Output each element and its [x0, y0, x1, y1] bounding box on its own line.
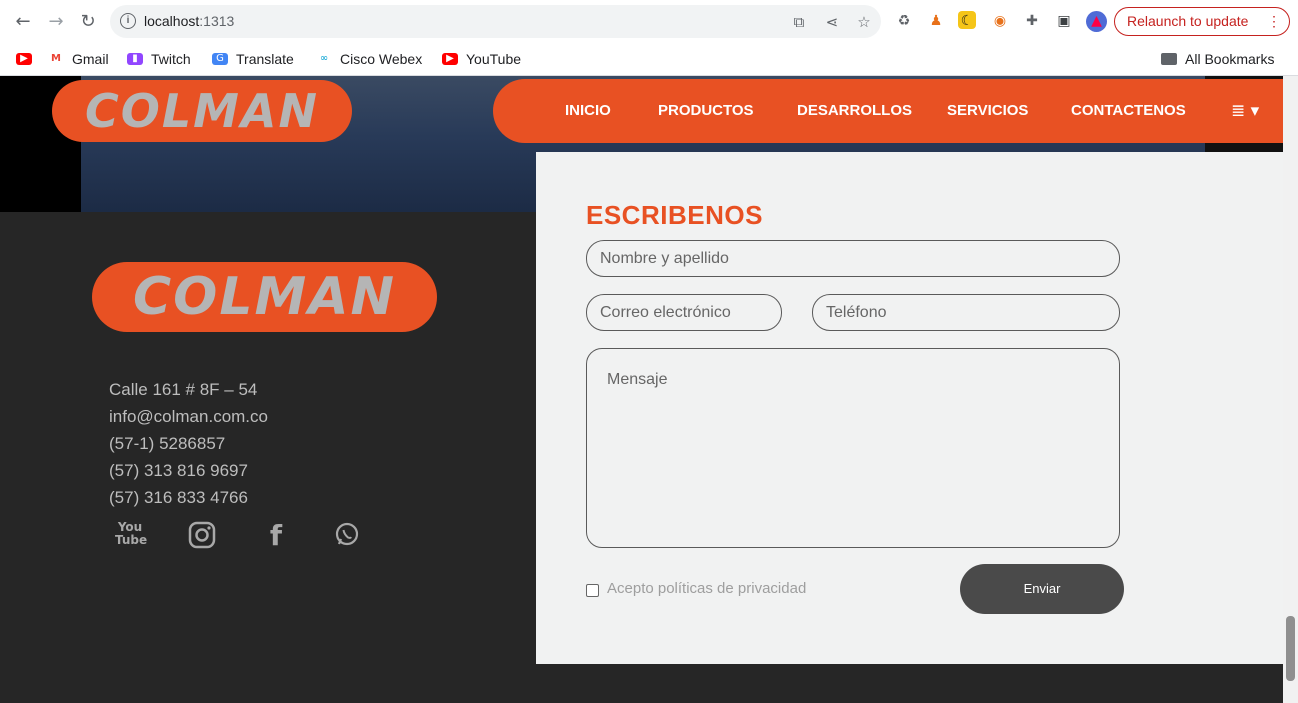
page-scrollbar[interactable]	[1283, 76, 1298, 703]
bookmarks-bar: ▶ M Gmail ▮ Twitch G Translate ∞ Cisco Webex…	[0, 43, 1298, 76]
whatsapp-icon[interactable]	[332, 521, 362, 551]
recycle-extension-icon[interactable]: ♻	[894, 11, 914, 31]
contact-form: ESCRIBENOS Nombre y apellido Correo elec…	[536, 152, 1283, 664]
orb-extension-icon[interactable]: ◉	[990, 11, 1010, 31]
bookmark-label: Translate	[236, 51, 294, 67]
phone-text: (57-1) 5286857	[109, 434, 226, 453]
facebook-icon[interactable]: f	[261, 521, 291, 551]
puzzle-extensions-icon[interactable]: ✚	[1022, 11, 1042, 31]
bookmark-label: Cisco Webex	[340, 51, 423, 67]
forward-icon[interactable]: →	[44, 10, 68, 34]
google-translate-icon: G	[212, 53, 228, 65]
youtube-icon: ▶	[442, 53, 458, 65]
email-input[interactable]: Correo electrónico	[586, 294, 782, 331]
web-page: COLMAN INICIO PRODUCTOS DESARROLLOS SERV…	[0, 76, 1298, 703]
bookmark-gmail[interactable]: M Gmail	[48, 49, 109, 69]
hamburger-menu-icon[interactable]: ≣ ▾	[1231, 79, 1259, 143]
all-bookmarks[interactable]: All Bookmarks	[1161, 49, 1274, 69]
logo-text: COLMAN	[132, 267, 396, 327]
bookmark-cisco-webex[interactable]: ∞ Cisco Webex	[316, 49, 422, 69]
twitch-icon: ▮	[127, 53, 143, 65]
contact-info: Calle 161 # 8F – 54 info@colman.com.co (…	[109, 376, 268, 511]
bookmark-twitch[interactable]: ▮ Twitch	[127, 49, 191, 69]
phone-text: (57) 316 833 4766	[109, 488, 248, 507]
phone-input[interactable]: Teléfono	[812, 294, 1120, 331]
nav-contactenos[interactable]: CONTACTENOS	[1071, 79, 1186, 143]
bookmark-star-icon[interactable]: ☆	[854, 12, 874, 32]
share-icon[interactable]: ⋖	[822, 12, 842, 32]
header-logo[interactable]: COLMAN	[52, 80, 352, 142]
reload-icon[interactable]: ↻	[76, 10, 100, 34]
scrollbar-thumb[interactable]	[1286, 616, 1295, 681]
relaunch-update-button[interactable]: Relaunch to update ⋮	[1114, 7, 1290, 36]
more-menu-icon[interactable]: ⋮	[1267, 8, 1281, 35]
form-title: ESCRIBENOS	[586, 200, 763, 230]
bookmark-translate[interactable]: G Translate	[212, 49, 294, 69]
translate-icon[interactable]: ⧉	[789, 12, 809, 32]
folder-icon	[1161, 53, 1177, 65]
bookmark-youtube-shortcut[interactable]: ▶	[16, 49, 40, 69]
message-placeholder: Mensaje	[607, 371, 668, 388]
phone-text: (57) 313 816 9697	[109, 461, 248, 480]
browser-toolbar: ← → ↻ i localhost:1313 ⧉ ⋖ ☆ ♻ ♟ ☾ ◉ ✚ ▣…	[0, 0, 1298, 43]
name-input[interactable]: Nombre y apellido	[586, 240, 1120, 277]
privacy-label[interactable]: Acepto políticas de privacidad	[607, 580, 806, 597]
message-textarea[interactable]: Mensaje	[586, 348, 1120, 548]
instagram-icon[interactable]	[187, 521, 217, 551]
privacy-checkbox[interactable]	[586, 584, 599, 597]
footer-logo: COLMAN	[92, 262, 437, 332]
send-button[interactable]: Enviar	[960, 564, 1124, 614]
webex-icon: ∞	[316, 53, 332, 65]
bookmark-label: Gmail	[72, 51, 109, 67]
address-bar[interactable]: i localhost:1313 ⧉ ⋖ ☆	[110, 5, 881, 38]
nav-productos[interactable]: PRODUCTOS	[658, 79, 754, 143]
profile-avatar-icon[interactable]: ▲	[1086, 11, 1107, 32]
all-bookmarks-label: All Bookmarks	[1185, 51, 1275, 67]
extension-icon[interactable]: ♟	[926, 11, 946, 31]
side-panel-icon[interactable]: ▣	[1054, 11, 1074, 31]
url-text: localhost:1313	[144, 13, 235, 29]
logo-text: COLMAN	[84, 84, 320, 138]
name-placeholder: Nombre y apellido	[600, 250, 729, 267]
nav-inicio[interactable]: INICIO	[565, 79, 611, 143]
bookmark-youtube[interactable]: ▶ YouTube	[442, 49, 521, 69]
bookmark-label: YouTube	[466, 51, 522, 67]
back-icon[interactable]: ←	[11, 10, 35, 34]
bookmark-label: Twitch	[151, 51, 191, 67]
relaunch-label: Relaunch to update	[1127, 13, 1249, 29]
nav-desarrollos[interactable]: DESARROLLOS	[797, 79, 912, 143]
youtube-icon[interactable]: You Tube	[115, 521, 147, 551]
email-placeholder: Correo electrónico	[600, 304, 731, 321]
main-navigation: INICIO PRODUCTOS DESARROLLOS SERVICIOS C…	[493, 79, 1283, 143]
moon-extension-icon[interactable]: ☾	[958, 11, 976, 29]
email-link[interactable]: info@colman.com.co	[109, 403, 268, 430]
phone-placeholder: Teléfono	[826, 304, 887, 321]
gmail-icon: M	[48, 53, 64, 65]
address-text: Calle 161 # 8F – 54	[109, 380, 258, 399]
youtube-icon: ▶	[16, 53, 32, 65]
nav-servicios[interactable]: SERVICIOS	[947, 79, 1028, 143]
site-info-icon[interactable]: i	[120, 13, 136, 29]
